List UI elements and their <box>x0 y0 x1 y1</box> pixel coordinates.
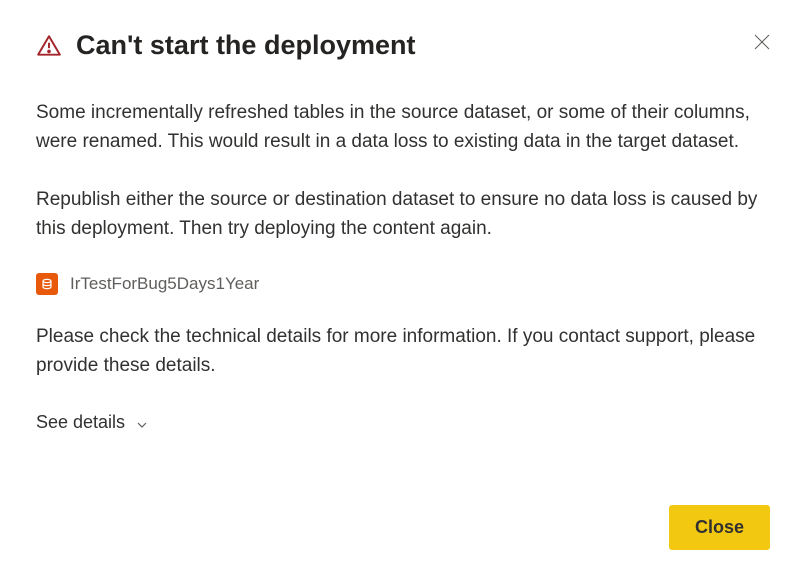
dialog-header: Can't start the deployment <box>36 30 770 61</box>
dataset-name: IrTestForBug5Days1Year <box>70 274 259 294</box>
chevron-down-icon <box>135 416 149 430</box>
dialog-paragraph-1: Some incrementally refreshed tables in t… <box>36 99 770 156</box>
dataset-icon <box>36 273 58 295</box>
see-details-label: See details <box>36 412 125 433</box>
dialog-paragraph-2: Republish either the source or destinati… <box>36 186 770 243</box>
close-icon[interactable] <box>754 34 770 50</box>
close-button[interactable]: Close <box>669 505 770 550</box>
dialog-button-row: Close <box>669 505 770 550</box>
dataset-row: IrTestForBug5Days1Year <box>36 273 770 295</box>
dialog-title: Can't start the deployment <box>76 30 770 61</box>
see-details-toggle[interactable]: See details <box>36 412 149 433</box>
dialog-paragraph-3: Please check the technical details for m… <box>36 323 770 380</box>
warning-icon <box>36 33 62 59</box>
